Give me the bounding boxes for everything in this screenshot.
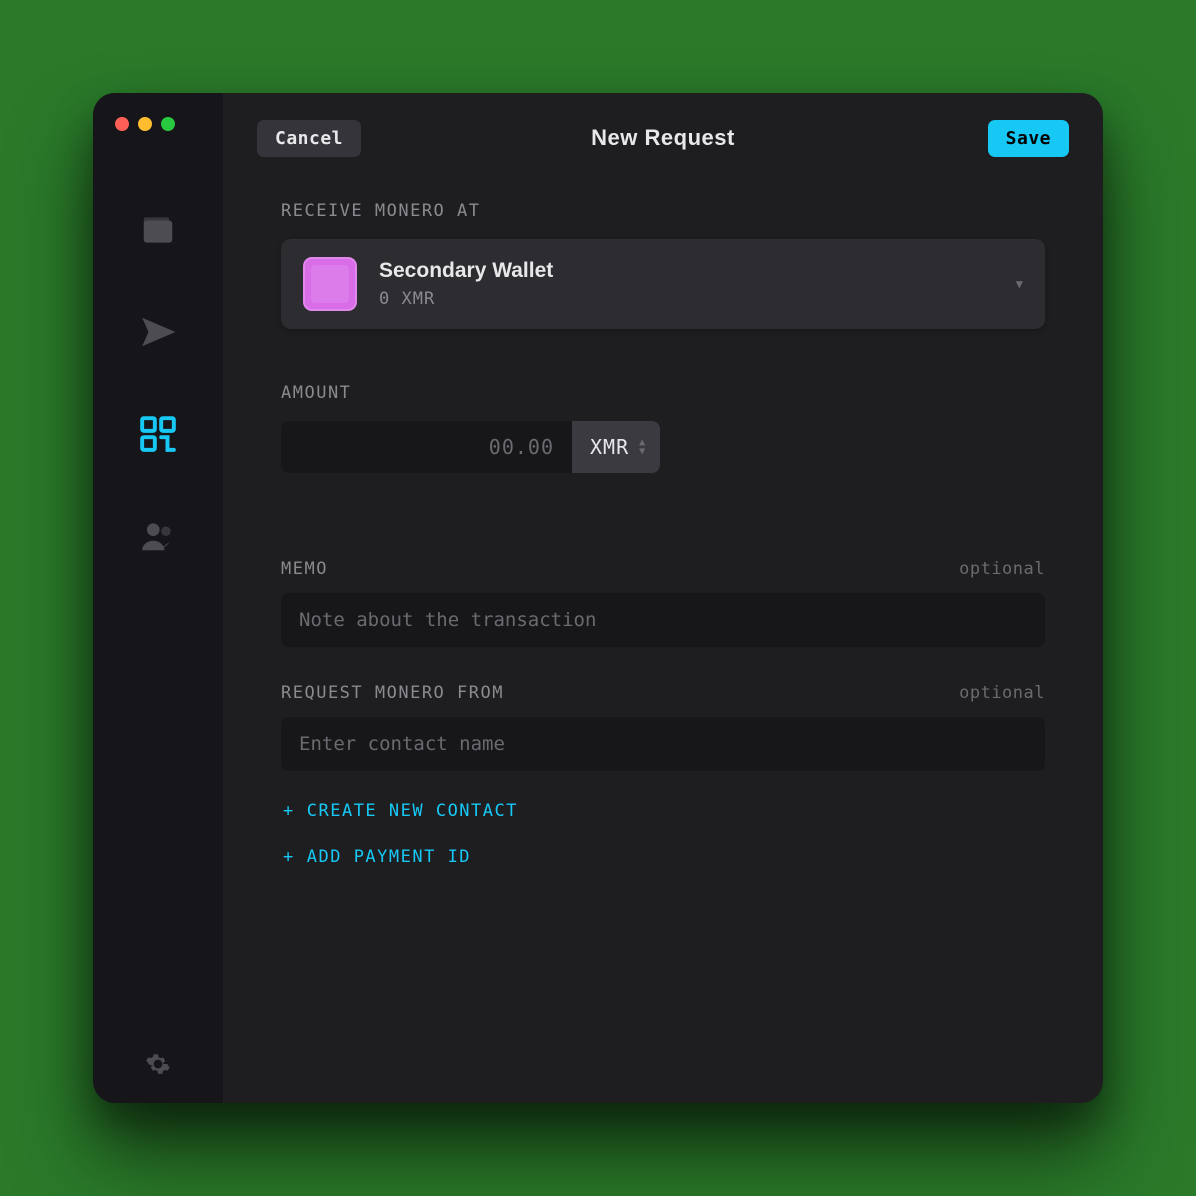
save-button[interactable]: Save [988, 120, 1069, 157]
header: Cancel New Request Save [257, 115, 1069, 161]
memo-input[interactable] [281, 593, 1045, 647]
settings-gear-icon[interactable] [145, 1051, 171, 1077]
page-title: New Request [257, 125, 1069, 151]
memo-optional-label: optional [959, 559, 1045, 579]
memo-label: MEMO [281, 559, 328, 579]
wallet-icon[interactable] [139, 211, 177, 249]
add-payment-id-link[interactable]: + ADD PAYMENT ID [281, 843, 1045, 871]
currency-label: XMR [590, 435, 629, 459]
sidebar-nav [139, 211, 177, 1051]
window-close-button[interactable] [115, 117, 129, 131]
amount-row: XMR ▲▼ [281, 421, 611, 473]
receive-at-label: RECEIVE MONERO AT [281, 201, 1045, 221]
currency-selector[interactable]: XMR ▲▼ [572, 421, 660, 473]
create-contact-label: CREATE NEW CONTACT [307, 801, 518, 821]
app-window: Cancel New Request Save RECEIVE MONERO A… [93, 93, 1103, 1103]
receive-qr-icon[interactable] [139, 415, 177, 453]
send-icon[interactable] [139, 313, 177, 351]
wallet-name: Secondary Wallet [379, 259, 994, 283]
wallet-balance: 0 XMR [379, 289, 994, 309]
plus-icon: + [283, 847, 295, 867]
wallet-color-swatch [303, 257, 357, 311]
amount-label: AMOUNT [281, 383, 1045, 403]
wallet-info: Secondary Wallet 0 XMR [379, 259, 994, 309]
window-minimize-button[interactable] [138, 117, 152, 131]
chevron-down-icon: ▼ [1016, 277, 1023, 291]
create-contact-link[interactable]: + CREATE NEW CONTACT [281, 797, 1045, 825]
cancel-button[interactable]: Cancel [257, 120, 361, 157]
plus-icon: + [283, 801, 295, 821]
stepper-icon: ▲▼ [639, 439, 646, 456]
window-traffic-lights [115, 117, 175, 131]
add-payment-id-label: ADD PAYMENT ID [307, 847, 471, 867]
wallet-selector[interactable]: Secondary Wallet 0 XMR ▼ [281, 239, 1045, 329]
amount-input[interactable] [281, 421, 572, 473]
request-form: RECEIVE MONERO AT Secondary Wallet 0 XMR… [257, 201, 1069, 871]
contacts-icon[interactable] [139, 517, 177, 555]
window-maximize-button[interactable] [161, 117, 175, 131]
main-content: Cancel New Request Save RECEIVE MONERO A… [223, 93, 1103, 1103]
request-from-label: REQUEST MONERO FROM [281, 683, 504, 703]
sidebar [93, 93, 223, 1103]
request-from-optional-label: optional [959, 683, 1045, 703]
contact-input[interactable] [281, 717, 1045, 771]
